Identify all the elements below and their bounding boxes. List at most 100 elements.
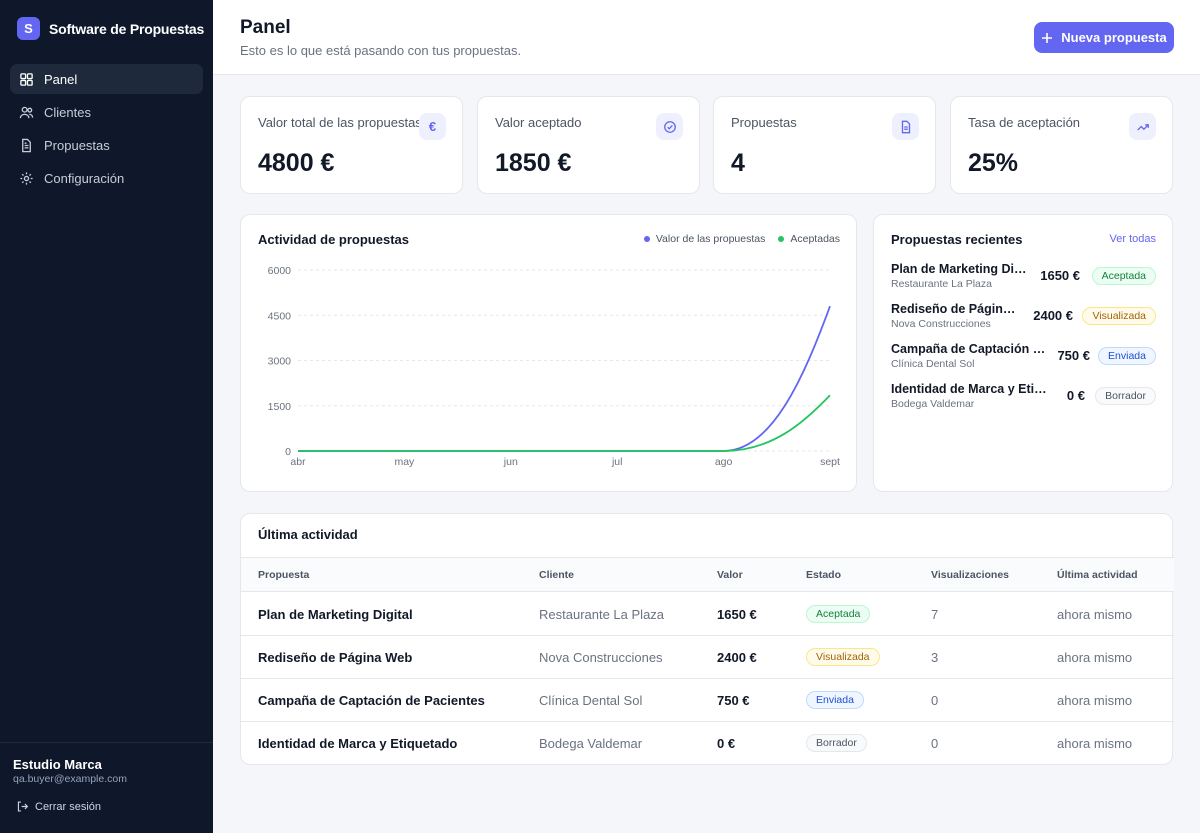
- cell-last-activity: ahora mismo: [1057, 607, 1133, 622]
- sidebar: S Software de Propuestas Panel Clientes …: [0, 0, 213, 833]
- table-row[interactable]: Campaña de Captación de Pacientes Clínic…: [241, 679, 1174, 722]
- recent-proposals-card: Propuestas recientes Ver todas Plan de M…: [873, 214, 1173, 492]
- status-badge: Visualizada: [806, 648, 880, 666]
- header: Panel Esto es lo que está pasando con tu…: [213, 0, 1200, 75]
- status-badge: Visualizada: [1082, 307, 1156, 325]
- stat-value: 1850 €: [495, 149, 572, 177]
- logout-icon: [17, 801, 29, 812]
- cell-value: 0 €: [717, 736, 736, 751]
- stat-card-total-value: Valor total de las propuestas € 4800 €: [240, 96, 463, 194]
- sidebar-item-propuestas[interactable]: Propuestas: [10, 130, 203, 160]
- column-header[interactable]: Última actividad: [1057, 569, 1138, 581]
- recent-item-title: Identidad de Marca y Etiquetado: [891, 382, 1053, 396]
- cell-client: Restaurante La Plaza: [539, 607, 665, 622]
- column-header[interactable]: Cliente: [539, 569, 574, 581]
- status-badge: Borrador: [806, 734, 867, 752]
- cell-proposal: Identidad de Marca y Etiquetado: [258, 736, 458, 751]
- stat-card-proposals: Propuestas 4: [713, 96, 936, 194]
- cell-value: 750 €: [717, 693, 750, 708]
- grid-icon: [19, 72, 34, 87]
- cell-last-activity: ahora mismo: [1057, 650, 1133, 665]
- sidebar-item-label: Panel: [44, 71, 78, 87]
- column-header[interactable]: Propuesta: [258, 569, 309, 581]
- recent-item-title: Campaña de Captación de Pacientes: [891, 342, 1046, 356]
- recent-item-value: 750 €: [1057, 348, 1090, 363]
- page-subtitle: Esto es lo que está pasando con tus prop…: [240, 43, 522, 58]
- plus-icon: [1042, 32, 1053, 43]
- table-row[interactable]: Rediseño de Página Web Nova Construccion…: [241, 636, 1174, 679]
- recent-list: Plan de Marketing Digital Restaurante La…: [891, 262, 1156, 422]
- table-row[interactable]: Identidad de Marca y Etiquetado Bodega V…: [241, 722, 1174, 765]
- trending-up-icon: [1129, 113, 1156, 140]
- sidebar-item-configuracion[interactable]: Configuración: [10, 163, 203, 193]
- stat-card-accepted-value: Valor aceptado 1850 €: [477, 96, 700, 194]
- euro-icon: €: [419, 113, 446, 140]
- status-badge: Enviada: [806, 691, 864, 709]
- cell-views: 7: [931, 607, 939, 622]
- x-tick-label: jun: [503, 456, 518, 468]
- sidebar-item-label: Configuración: [44, 170, 125, 186]
- cell-client: Nova Construcciones: [539, 650, 663, 665]
- recent-item[interactable]: Plan de Marketing Digital Restaurante La…: [891, 262, 1156, 302]
- sidebar-item-panel[interactable]: Panel: [10, 64, 203, 94]
- x-tick-label: abr: [290, 456, 306, 468]
- document-icon: [892, 113, 919, 140]
- page-title: Panel: [240, 17, 291, 38]
- cell-proposal: Rediseño de Página Web: [258, 650, 413, 665]
- see-all-link[interactable]: Ver todas: [1110, 233, 1156, 245]
- users-icon: [19, 105, 34, 120]
- sidebar-item-clientes[interactable]: Clientes: [10, 97, 203, 127]
- status-badge: Enviada: [1098, 347, 1156, 365]
- cell-status: Visualizada: [806, 648, 880, 666]
- cell-status: Borrador: [806, 734, 867, 752]
- gear-icon: [19, 171, 34, 186]
- recent-item[interactable]: Campaña de Captación de Pacientes Clínic…: [891, 342, 1156, 382]
- stat-card-acceptance-rate: Tasa de aceptación 25%: [950, 96, 1173, 194]
- recent-item[interactable]: Identidad de Marca y Etiquetado Bodega V…: [891, 382, 1156, 422]
- x-tick-label: jul: [611, 456, 623, 468]
- brand-name: Software de Propuestas: [49, 20, 205, 37]
- cell-client: Clínica Dental Sol: [539, 693, 643, 708]
- brand-logo: S: [17, 17, 40, 40]
- cell-proposal: Campaña de Captación de Pacientes: [258, 693, 485, 708]
- check-circle-icon: [656, 113, 683, 140]
- sidebar-item-label: Propuestas: [44, 137, 110, 153]
- activity-chart-card: Actividad de propuestas Valor de las pro…: [240, 214, 857, 492]
- cell-last-activity: ahora mismo: [1057, 736, 1133, 751]
- status-badge: Aceptada: [806, 605, 871, 623]
- cell-client: Bodega Valdemar: [539, 736, 643, 751]
- recent-item-client: Nova Construcciones: [891, 318, 991, 330]
- recent-item-client: Bodega Valdemar: [891, 398, 975, 410]
- cell-last-activity: ahora mismo: [1057, 693, 1133, 708]
- new-proposal-button[interactable]: Nueva propuesta: [1034, 22, 1174, 53]
- column-header[interactable]: Estado: [806, 569, 841, 581]
- column-header[interactable]: Valor: [717, 569, 743, 581]
- stat-label: Propuestas: [731, 115, 797, 130]
- sidebar-item-label: Clientes: [44, 104, 91, 120]
- cell-value: 2400 €: [717, 650, 757, 665]
- user-email: qa.buyer@example.com: [13, 773, 127, 785]
- recent-item-client: Clínica Dental Sol: [891, 358, 975, 370]
- x-tick-label: ago: [715, 456, 733, 468]
- logout-button[interactable]: Cerrar sesión: [16, 800, 101, 813]
- cell-views: 0: [931, 736, 939, 751]
- recent-item[interactable]: Rediseño de Página Web Nova Construccion…: [891, 302, 1156, 342]
- table-title: Última actividad: [258, 527, 358, 542]
- cell-status: Enviada: [806, 691, 864, 709]
- stat-label: Tasa de aceptación: [968, 115, 1081, 130]
- y-tick-label: 1500: [268, 401, 292, 413]
- sidebar-divider: [0, 742, 213, 743]
- new-proposal-label: Nueva propuesta: [1061, 30, 1167, 45]
- activity-table-card: Última actividad Propuesta Cliente Valor…: [240, 513, 1174, 765]
- logout-label: Cerrar sesión: [35, 800, 102, 813]
- column-header[interactable]: Visualizaciones: [931, 569, 1009, 581]
- brand[interactable]: S Software de Propuestas: [17, 17, 204, 40]
- table-row[interactable]: Plan de Marketing Digital Restaurante La…: [241, 593, 1174, 636]
- recent-title: Propuestas recientes: [891, 232, 1023, 247]
- cell-proposal: Plan de Marketing Digital: [258, 607, 413, 622]
- stat-label: Valor aceptado: [495, 115, 582, 130]
- document-icon: [19, 138, 34, 153]
- y-tick-label: 3000: [268, 356, 292, 368]
- recent-item-value: 0 €: [1066, 388, 1085, 403]
- x-tick-label: sept: [820, 456, 840, 468]
